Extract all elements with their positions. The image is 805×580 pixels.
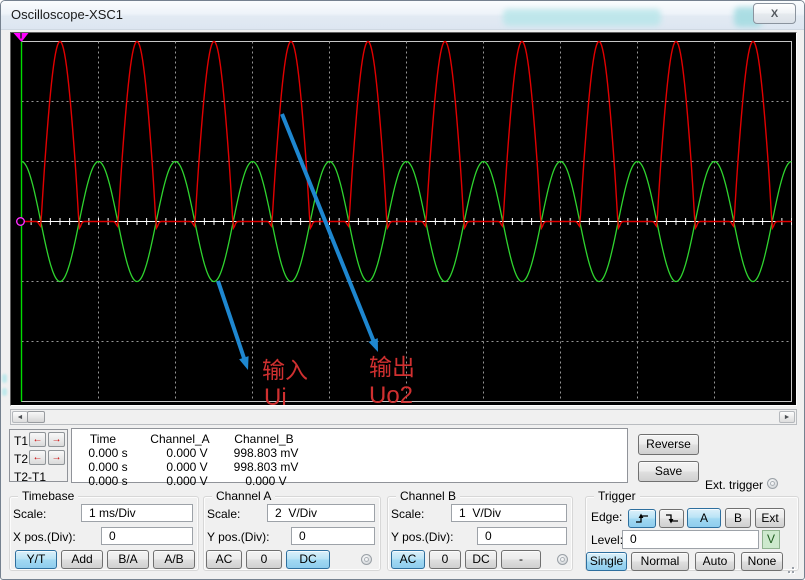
delta-channel-b-value: 0.000 V: [245, 474, 286, 488]
aero-glass-reflection: [503, 9, 661, 26]
scroll-right-button[interactable]: ►: [779, 411, 795, 423]
t1-step-right-button[interactable]: →: [48, 432, 65, 447]
title-bar[interactable]: Oscilloscope-XSC1 X: [1, 1, 804, 30]
channel-a-ypos-field[interactable]: 0: [291, 527, 375, 545]
trigger-edge-label: Edge:: [591, 510, 622, 524]
scroll-right-icon: ►: [784, 414, 791, 421]
save-button[interactable]: Save: [638, 461, 699, 482]
right-arrow-icon: →: [52, 434, 62, 445]
t2-step-right-button[interactable]: →: [48, 450, 65, 465]
timebase-mode-yt-button[interactable]: Y/T: [15, 550, 57, 569]
annotation-arrow: [218, 281, 245, 361]
channel-b-ypos-field[interactable]: 0: [477, 527, 567, 545]
channel-a-dc-button[interactable]: DC: [286, 550, 330, 569]
channel-b-ac-button[interactable]: AC: [391, 550, 425, 569]
timebase-mode-ab-button[interactable]: A/B: [153, 550, 195, 569]
trigger-mode-normal-button[interactable]: Normal: [631, 552, 689, 571]
trigger-mode-single-button[interactable]: Single: [586, 552, 627, 571]
channel-a-ac-button[interactable]: AC: [206, 550, 242, 569]
timebase-scale-field[interactable]: 1 ms/Div: [81, 504, 193, 522]
ext-trigger-connector-icon: [767, 478, 778, 489]
timebase-scale-label: Scale:: [13, 507, 46, 521]
trigger-mode-none-button[interactable]: None: [741, 552, 783, 571]
reverse-button[interactable]: Reverse: [638, 434, 699, 455]
left-arrow-icon: ←: [33, 452, 43, 463]
ext-trigger-label: Ext. trigger: [705, 478, 763, 492]
cursor-delta-label: T2-T1: [14, 470, 46, 484]
scroll-left-icon: ◄: [17, 414, 24, 421]
scrollbar-thumb[interactable]: [27, 411, 45, 423]
annotation-arrow: [282, 114, 374, 343]
waveform-plot: 输入Ui 输出Uo2: [11, 33, 796, 405]
falling-edge-icon: [664, 512, 680, 525]
trigger-rising-edge-button[interactable]: [628, 509, 656, 528]
channel-b-minus-button[interactable]: -: [501, 550, 541, 569]
aero-glass-reflection: [2, 388, 7, 396]
column-header-channel-b: Channel_B: [234, 432, 293, 446]
cursor-control-box: T1 ← → T2 ← → T2-T1: [9, 429, 68, 482]
window-title: Oscilloscope-XSC1: [11, 7, 123, 22]
scope-display: 输入Ui 输出Uo2: [10, 32, 797, 406]
annotation-label: Ui: [264, 384, 287, 405]
rising-edge-icon: [634, 512, 650, 525]
annotation-label: Uo2: [369, 382, 413, 405]
t1-step-left-button[interactable]: ←: [29, 432, 46, 447]
timebase-mode-add-button[interactable]: Add: [61, 550, 103, 569]
t2-time-value: 0.000 s: [88, 460, 127, 474]
channel-b-scale-field[interactable]: 1 V/Div: [451, 504, 567, 522]
trigger-falling-edge-button[interactable]: [659, 509, 684, 528]
channel-b-scale-label: Scale:: [391, 507, 424, 521]
t2-step-left-button[interactable]: ←: [29, 450, 46, 465]
trigger-source-b-button[interactable]: B: [725, 508, 751, 528]
timebase-xpos-field[interactable]: 0: [101, 527, 193, 545]
channel-b-zero-button[interactable]: 0: [429, 550, 461, 569]
delta-time-value: 0.000 s: [88, 474, 127, 488]
close-icon: X: [771, 8, 778, 20]
channel-b-ypos-label: Y pos.(Div):: [391, 530, 453, 544]
trigger-source-ext-button[interactable]: Ext: [755, 508, 785, 528]
channel-b-dc-button[interactable]: DC: [465, 550, 497, 569]
channel-a-scale-field[interactable]: 2 V/Div: [267, 504, 375, 522]
t2-channel-a-value: 0.000 V: [166, 460, 207, 474]
trigger-level-field[interactable]: 0: [622, 530, 759, 549]
trigger-level-label: Level:: [591, 533, 623, 547]
delta-channel-a-value: 0.000 V: [166, 474, 207, 488]
right-arrow-icon: →: [52, 452, 62, 463]
timebase-mode-ba-button[interactable]: B/A: [107, 550, 149, 569]
column-header-time: Time: [90, 432, 116, 446]
scroll-left-button[interactable]: ◄: [12, 411, 28, 423]
channel-a-ypos-label: Y pos.(Div):: [207, 530, 269, 544]
timebase-xpos-label: X pos.(Div):: [13, 530, 76, 544]
trigger-level-unit-select[interactable]: V: [762, 530, 780, 549]
trigger-title: Trigger: [594, 489, 640, 503]
cursor-t2-label: T2: [14, 452, 28, 466]
trigger-source-a-button[interactable]: A: [687, 508, 721, 528]
trigger-level-marker[interactable]: [17, 218, 25, 226]
close-button[interactable]: X: [753, 3, 796, 24]
t1-channel-b-value: 998.803 mV: [234, 446, 299, 460]
t1-channel-a-value: 0.000 V: [166, 446, 207, 460]
channel-a-zero-button[interactable]: 0: [246, 550, 282, 569]
horizontal-scrollbar[interactable]: ◄ ►: [10, 409, 797, 425]
channel-a-connector-icon: [361, 554, 372, 565]
timebase-title: Timebase: [18, 489, 78, 503]
channel-b-title: Channel B: [396, 489, 460, 503]
annotation-label: 输出: [369, 354, 415, 380]
left-arrow-icon: ←: [33, 434, 43, 445]
measurement-readout: Time Channel_A Channel_B 0.000 s 0.000 V…: [71, 428, 628, 483]
cursor-t1-label: T1: [14, 434, 28, 448]
t2-channel-b-value: 998.803 mV: [234, 460, 299, 474]
channel-a-title: Channel A: [212, 489, 275, 503]
aero-glass-reflection: [2, 374, 7, 383]
t1-time-value: 0.000 s: [88, 446, 127, 460]
oscilloscope-window: Oscilloscope-XSC1 X 输入Ui 输出Uo2 ◄ ► T1 ← →…: [0, 0, 805, 580]
channel-b-connector-icon: [557, 554, 568, 565]
channel-a-scale-label: Scale:: [207, 507, 240, 521]
trigger-mode-auto-button[interactable]: Auto: [695, 552, 735, 571]
column-header-channel-a: Channel_A: [150, 432, 209, 446]
annotation-label: 输入: [262, 357, 308, 383]
